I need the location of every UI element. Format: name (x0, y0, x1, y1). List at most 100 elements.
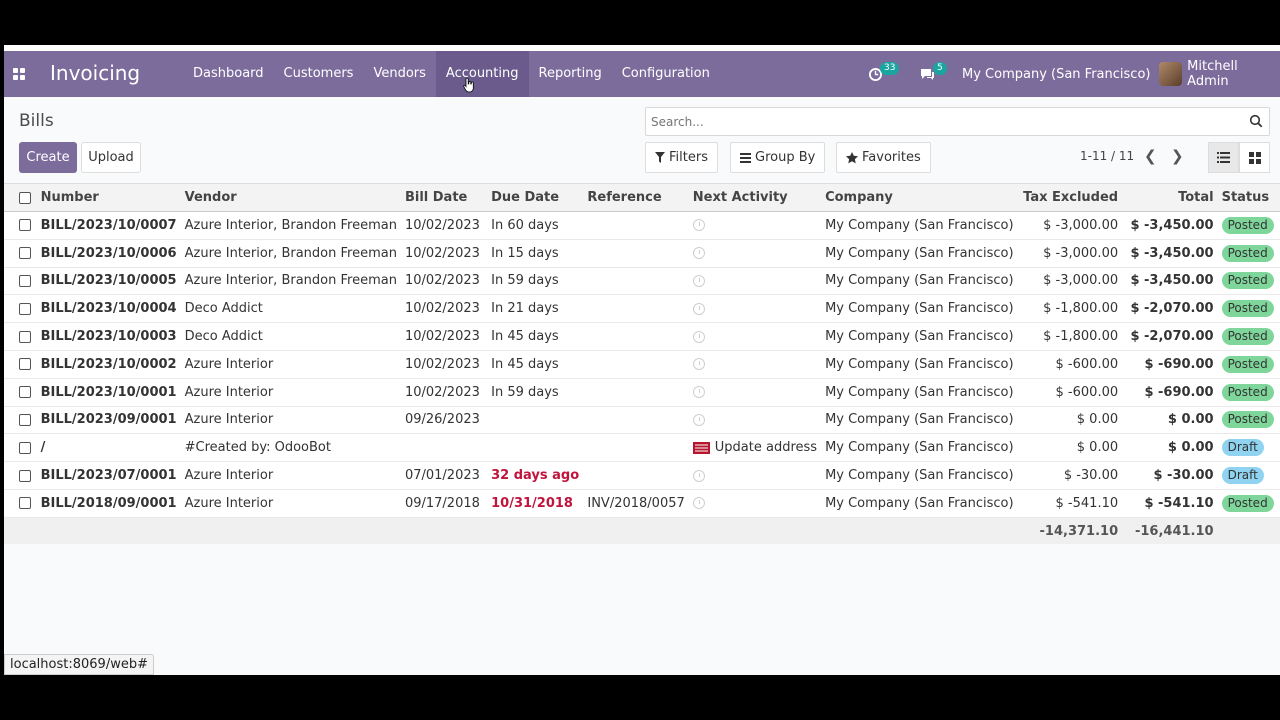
clock-icon[interactable] (692, 219, 705, 232)
col-next-activity[interactable]: Next Activity (688, 183, 822, 212)
table-row[interactable]: BILL/2018/09/0001 Azure Interior 09/17/201… (4, 489, 1280, 518)
clock-icon[interactable] (692, 247, 705, 260)
clock-icon[interactable] (692, 302, 705, 315)
col-company[interactable]: Company (821, 183, 1018, 212)
kanban-view-button[interactable] (1239, 142, 1270, 173)
due-date: In 59 days (487, 267, 584, 296)
group-by-button[interactable]: Group By (730, 142, 826, 173)
table-row[interactable]: BILL/2023/09/0001 Azure Interior 09/26/202… (4, 406, 1280, 435)
row-checkbox[interactable] (19, 413, 31, 426)
clock-icon[interactable] (692, 469, 705, 482)
status-badge: Posted (1221, 494, 1274, 512)
menu-customers[interactable]: Customers (274, 51, 364, 97)
menu-configuration[interactable]: Configuration (612, 51, 720, 97)
row-checkbox[interactable] (19, 274, 31, 287)
bill-number: BILL/2023/07/0001 (36, 461, 181, 490)
bill-date: 10/02/2023 (400, 294, 488, 324)
table-row[interactable]: BILL/2023/10/0001 Azure Interior 10/02/202… (4, 378, 1280, 407)
total: $ -690.00 (1122, 378, 1218, 407)
clock-icon[interactable] (692, 358, 705, 371)
menu-reporting[interactable]: Reporting (529, 51, 612, 97)
row-checkbox[interactable] (19, 302, 31, 315)
filter-icon (655, 152, 665, 163)
pager-next-icon[interactable]: ❯ (1171, 147, 1184, 165)
table-row[interactable]: BILL/2023/10/0002 Azure Interior 10/02/202… (4, 350, 1280, 379)
reference (583, 322, 689, 351)
row-select-cell (4, 322, 37, 351)
next-activity: Update address (688, 433, 822, 463)
apps-menu-icon[interactable] (13, 68, 25, 80)
menu-accounting[interactable]: Accounting (435, 51, 529, 97)
browser-viewport: Invoicing Dashboard Customers Vendors Ac… (4, 45, 1280, 675)
row-select-cell (4, 461, 37, 490)
messaging-menu[interactable]: 5 (920, 51, 947, 97)
company-switcher[interactable]: My Company (San Francisco) (962, 51, 1150, 97)
search-input[interactable] (646, 108, 1226, 135)
table-row[interactable]: BILL/2023/07/0001 Azure Interior 07/01/202… (4, 461, 1280, 490)
total-tax-excluded: -14,371.10 (1017, 517, 1123, 545)
search-icon[interactable] (1249, 114, 1263, 128)
status-badge: Draft (1221, 439, 1264, 457)
clock-icon[interactable] (692, 386, 705, 399)
menu-vendors[interactable]: Vendors (363, 51, 435, 97)
table-row[interactable]: BILL/2023/10/0004 Deco Addict 10/02/2023 In… (4, 294, 1280, 324)
app-brand[interactable]: Invoicing (50, 61, 140, 85)
status-cell: Draft (1217, 461, 1280, 490)
bill-date: 09/17/2018 (400, 489, 488, 518)
table-row[interactable]: BILL/2023/10/0005 Azure Interior, Brandon… (4, 267, 1280, 296)
col-tax-excluded[interactable]: Tax Excluded (1017, 183, 1123, 212)
create-button[interactable]: Create (19, 142, 77, 173)
clock-icon[interactable] (692, 274, 705, 287)
clock-icon[interactable] (692, 413, 705, 426)
list-view-button[interactable] (1208, 142, 1239, 173)
due-date: In 45 days (487, 350, 584, 379)
col-bill-date[interactable]: Bill Date (400, 183, 488, 212)
table-row[interactable]: BILL/2023/10/0007 Azure Interior, Brandon… (4, 211, 1280, 240)
total: $ -3,450.00 (1122, 211, 1218, 240)
col-status[interactable]: Status (1217, 183, 1280, 212)
activity-menu[interactable]: 33 (869, 51, 900, 97)
row-select-cell (4, 378, 37, 407)
filters-button[interactable]: Filters (645, 142, 718, 173)
bill-date: 09/26/2023 (400, 406, 488, 435)
select-all-checkbox[interactable] (19, 191, 31, 204)
tax-excluded: $ -1,800.00 (1017, 322, 1123, 351)
pager-previous-icon[interactable]: ❮ (1144, 147, 1157, 165)
table-row[interactable]: BILL/2023/10/0003 Deco Addict 10/02/2023 In… (4, 322, 1280, 351)
row-checkbox[interactable] (19, 386, 31, 399)
upload-button[interactable]: Upload (81, 142, 141, 173)
tax-excluded: $ -3,000.00 (1017, 211, 1123, 240)
reference (583, 267, 689, 296)
bill-number: BILL/2023/10/0006 (36, 239, 181, 268)
totals-row: -14,371.10 -16,441.10 (4, 517, 1280, 545)
tax-excluded: $ 0.00 (1017, 406, 1123, 435)
avatar (1159, 62, 1183, 86)
reference (583, 239, 689, 268)
row-checkbox[interactable] (19, 441, 31, 454)
vendor: Deco Addict (180, 322, 401, 351)
pager-value[interactable]: 1-11 / 11 (1080, 149, 1134, 163)
company: My Company (San Francisco) (821, 489, 1018, 518)
row-checkbox[interactable] (19, 219, 31, 232)
table-row[interactable]: BILL/2023/10/0006 Azure Interior, Brandon… (4, 239, 1280, 268)
col-vendor[interactable]: Vendor (180, 183, 401, 212)
row-checkbox[interactable] (19, 358, 31, 371)
clock-icon[interactable] (692, 497, 705, 510)
next-activity (688, 378, 822, 407)
total: $ 0.00 (1122, 433, 1218, 463)
vendor: Deco Addict (180, 294, 401, 324)
status-cell: Posted (1217, 211, 1280, 240)
col-reference[interactable]: Reference (583, 183, 689, 212)
clock-icon[interactable] (692, 330, 705, 343)
row-checkbox[interactable] (19, 497, 31, 510)
user-menu[interactable]: Mitchell Admin (1159, 51, 1280, 97)
col-number[interactable]: Number (36, 183, 181, 212)
menu-dashboard[interactable]: Dashboard (183, 51, 274, 97)
row-checkbox[interactable] (19, 330, 31, 343)
row-checkbox[interactable] (19, 469, 31, 482)
row-checkbox[interactable] (19, 247, 31, 260)
favorites-button[interactable]: Favorites (836, 142, 931, 173)
col-due-date[interactable]: Due Date (487, 183, 584, 212)
col-total[interactable]: Total (1122, 183, 1218, 212)
table-row[interactable]: / #Created by: OdooBot Update address My Co… (4, 433, 1280, 463)
